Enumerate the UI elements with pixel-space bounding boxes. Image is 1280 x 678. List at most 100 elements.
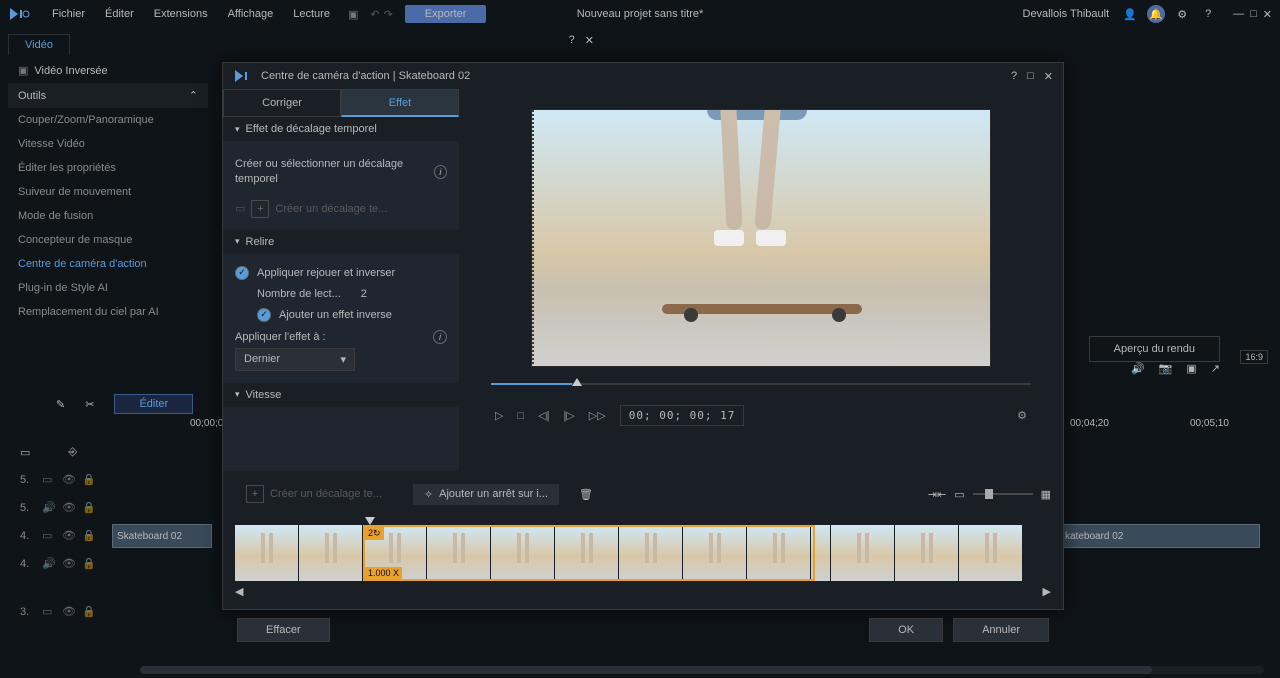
sidebar-item-cut[interactable]: Couper/Zoom/Panoramique xyxy=(8,108,208,132)
dialog-close-icon[interactable]: ✕ xyxy=(1044,70,1053,83)
sidebar-section-outils[interactable]: Outils⌃ xyxy=(8,83,208,108)
audio-track-icon[interactable]: 🔊 xyxy=(42,501,56,515)
tab-effect[interactable]: Effet xyxy=(341,89,459,117)
sidebar-item-props[interactable]: Éditer les propriétés xyxy=(8,156,208,180)
play-icon[interactable]: ▷ xyxy=(495,409,503,422)
visibility-icon[interactable]: 👁 xyxy=(62,529,76,543)
export-button[interactable]: Exporter xyxy=(405,5,487,23)
track-icon[interactable]: ⎆ xyxy=(68,446,77,459)
create-shift-button[interactable]: + Créer un décalage te... xyxy=(235,481,393,507)
scissors-icon[interactable]: ✂ xyxy=(85,398,94,411)
tab-video[interactable]: Vidéo xyxy=(8,34,70,55)
panel-close-icon[interactable]: ✕ xyxy=(585,34,594,47)
sidebar-item-motion[interactable]: Suiveur de mouvement xyxy=(8,180,208,204)
slider-thumb[interactable] xyxy=(572,378,582,386)
preview-slider[interactable] xyxy=(491,381,1031,387)
user-icon[interactable]: 👤 xyxy=(1121,5,1139,23)
help-icon[interactable]: ? xyxy=(1199,5,1217,23)
video-track-icon[interactable]: ▭ xyxy=(42,529,56,543)
ok-button[interactable]: OK xyxy=(869,618,943,642)
sidebar-item-sky[interactable]: Remplacement du ciel par AI xyxy=(8,300,208,324)
audio-track-icon[interactable]: 🔊 xyxy=(42,557,56,571)
zoom-slider[interactable] xyxy=(973,493,1033,495)
fast-forward-icon[interactable]: ▷▷ xyxy=(589,409,606,422)
aspect-ratio-badge[interactable]: 16:9 xyxy=(1240,350,1268,364)
lock-icon[interactable]: 🔒 xyxy=(82,557,96,571)
section-decalage-header[interactable]: ▾Effet de décalage temporel xyxy=(223,117,459,141)
dock-icon[interactable]: ▣ xyxy=(1186,362,1196,375)
notification-icon[interactable]: 🔔 xyxy=(1147,5,1165,23)
delete-icon[interactable]: 🗑 xyxy=(579,488,593,501)
volume-icon[interactable]: 🔊 xyxy=(1131,362,1145,375)
apply-replay-checkbox[interactable] xyxy=(235,266,249,280)
zoom-out-icon[interactable]: ▭ xyxy=(954,488,964,501)
lock-icon[interactable]: 🔒 xyxy=(82,605,96,619)
prev-frame-icon[interactable]: ◁| xyxy=(538,409,549,422)
horizontal-scrollbar[interactable] xyxy=(140,666,1264,674)
menu-view[interactable]: Affichage xyxy=(220,4,282,24)
render-preview-button[interactable]: Aperçu du rendu xyxy=(1089,336,1220,362)
visibility-icon[interactable]: 👁 xyxy=(62,473,76,487)
sidebar-item-blend[interactable]: Mode de fusion xyxy=(8,204,208,228)
scroll-right-icon[interactable]: ▶ xyxy=(1043,585,1051,598)
player-settings-icon[interactable]: ⚙ xyxy=(1017,409,1027,422)
section-relire-header[interactable]: ▾Relire xyxy=(223,230,459,254)
lock-icon[interactable]: 🔒 xyxy=(82,529,96,543)
thumb-icon: ▭ xyxy=(235,202,245,215)
dialog-maximize-icon[interactable]: □ xyxy=(1027,70,1034,83)
stop-icon[interactable]: □ xyxy=(517,410,524,422)
visibility-icon[interactable]: 👁 xyxy=(62,557,76,571)
minimize-icon[interactable]: — xyxy=(1233,8,1244,21)
undo-icon[interactable]: ↶ xyxy=(370,8,379,21)
fit-icon[interactable]: ⇥⇤ xyxy=(928,488,946,501)
popout-icon[interactable]: ↗ xyxy=(1211,362,1220,375)
tab-correct[interactable]: Corriger xyxy=(223,89,341,117)
visibility-icon[interactable]: 👁 xyxy=(62,501,76,515)
apply-to-select[interactable]: Dernier▾ xyxy=(235,348,355,371)
close-icon[interactable]: ✕ xyxy=(1263,8,1272,21)
snapshot-icon[interactable]: 📷 xyxy=(1159,362,1173,375)
maximize-icon[interactable]: □ xyxy=(1250,8,1257,21)
sidebar-item-inversee[interactable]: ▣Vidéo Inversée xyxy=(8,58,208,83)
lock-icon[interactable]: 🔒 xyxy=(82,501,96,515)
eraser-icon[interactable]: ✎ xyxy=(56,398,65,411)
section-vitesse-header[interactable]: ▾Vitesse xyxy=(223,383,459,407)
timeline-clip[interactable]: kateboard 02 xyxy=(1060,524,1260,548)
playhead-marker[interactable] xyxy=(365,517,375,525)
info-icon[interactable]: i xyxy=(433,330,447,344)
clear-button[interactable]: Effacer xyxy=(237,618,330,642)
info-icon[interactable]: i xyxy=(434,165,447,179)
video-track-icon[interactable]: ▭ xyxy=(42,605,56,619)
edit-button[interactable]: Éditer xyxy=(114,394,193,414)
lock-icon[interactable]: 🔒 xyxy=(82,473,96,487)
next-frame-icon[interactable]: |▷ xyxy=(563,409,574,422)
video-preview[interactable] xyxy=(531,109,991,367)
save-icon[interactable]: ▣ xyxy=(348,8,358,21)
sidebar-item-action-camera[interactable]: Centre de caméra d'action xyxy=(8,252,208,276)
menu-file[interactable]: Fichier xyxy=(44,4,93,24)
add-shift-button[interactable]: + xyxy=(251,200,269,218)
sidebar-item-mask[interactable]: Concepteur de masque xyxy=(8,228,208,252)
video-track-icon[interactable]: ▭ xyxy=(42,473,56,487)
redo-icon[interactable]: ↷ xyxy=(384,8,393,21)
timecode[interactable]: 00; 00; 00; 17 xyxy=(620,405,745,426)
add-inverse-checkbox[interactable] xyxy=(257,308,271,322)
cancel-button[interactable]: Annuler xyxy=(953,618,1049,642)
menu-edit[interactable]: Éditer xyxy=(97,4,142,24)
zoom-grid-icon[interactable]: ▦ xyxy=(1041,488,1051,501)
add-freeze-button[interactable]: ✧ Ajouter un arrêt sur i... xyxy=(413,484,559,505)
chevron-down-icon: ▾ xyxy=(340,353,346,366)
menu-playback[interactable]: Lecture xyxy=(285,4,338,24)
sidebar-item-speed[interactable]: Vitesse Vidéo xyxy=(8,132,208,156)
timeline-clip[interactable]: Skateboard 02 xyxy=(112,524,212,548)
thumbnail-strip[interactable]: 2↻ 1.000 X xyxy=(235,525,1051,581)
settings-icon[interactable]: ⚙ xyxy=(1173,5,1191,23)
scroll-left-icon[interactable]: ◀ xyxy=(235,585,243,598)
track-icon[interactable]: ▭ xyxy=(20,446,30,459)
dialog-help-icon[interactable]: ? xyxy=(1011,70,1017,83)
menu-extensions[interactable]: Extensions xyxy=(146,4,216,24)
lectures-value[interactable]: 2 xyxy=(361,288,367,300)
panel-help-icon[interactable]: ? xyxy=(569,34,575,47)
sidebar-item-style-ai[interactable]: Plug-in de Style AI xyxy=(8,276,208,300)
visibility-icon[interactable]: 👁 xyxy=(62,605,76,619)
